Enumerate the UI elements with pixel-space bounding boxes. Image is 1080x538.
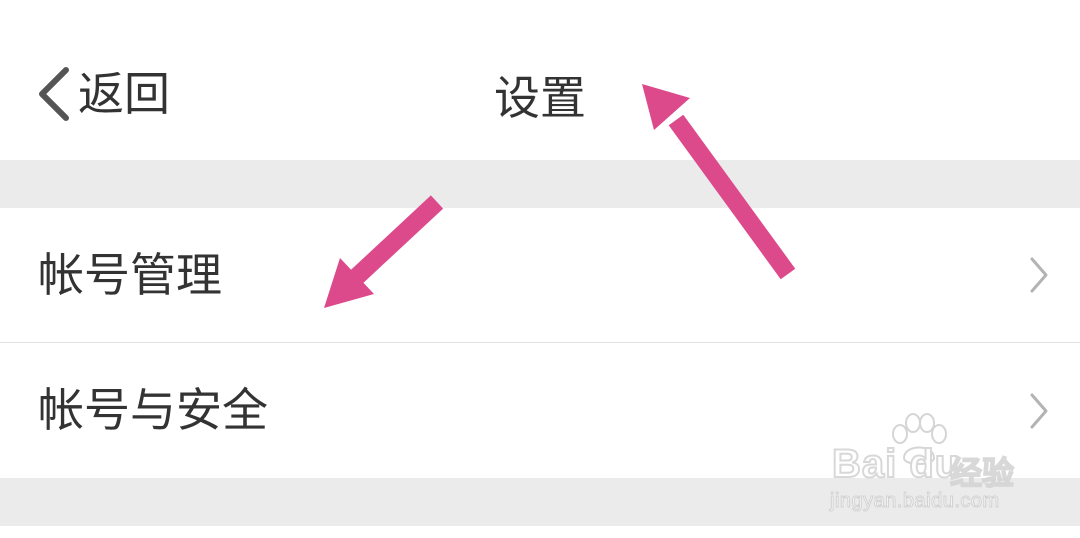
chevron-right-icon <box>1030 257 1048 293</box>
settings-item-account-security[interactable]: 帐号与安全 <box>0 343 1080 478</box>
page-title: 设置 <box>494 71 586 125</box>
settings-item-label: 帐号与安全 <box>38 383 268 437</box>
section-divider <box>0 478 1080 526</box>
settings-item-account-management[interactable]: 帐号管理 <box>0 208 1080 343</box>
navigation-bar: 返回 设置 <box>0 0 1080 160</box>
settings-item-label: 帐号管理 <box>38 248 222 302</box>
next-section-row <box>0 526 1080 538</box>
section-divider <box>0 160 1080 208</box>
chevron-right-icon <box>1030 393 1048 428</box>
